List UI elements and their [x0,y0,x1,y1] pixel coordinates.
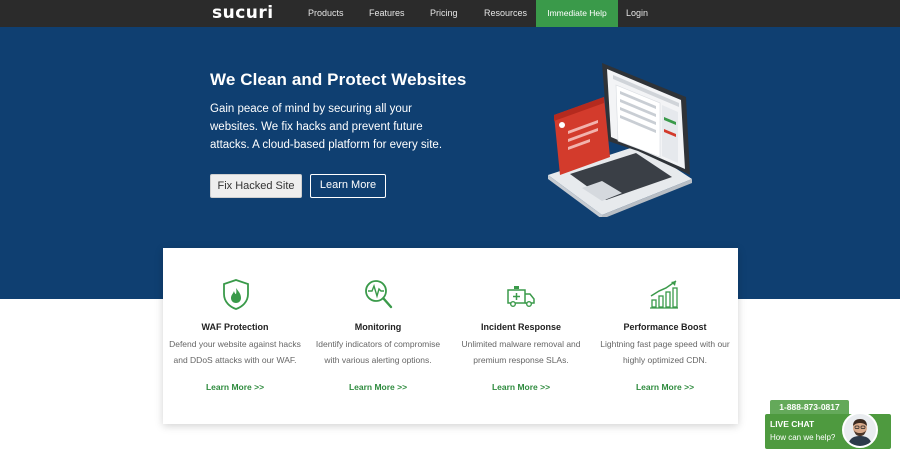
features-card: WAF Protection Defend your website again… [163,248,738,424]
feature-description: Defend your website against hacks and DD… [169,339,301,365]
feature-title: Incident Response [480,322,561,332]
hero-description: Gain peace of mind by securing all your … [210,103,443,151]
feature-title: Monitoring [354,322,402,332]
phone-number-tab[interactable]: 1-888-873-0817 [770,400,849,415]
agent-avatar[interactable] [842,412,878,448]
nav-pricing[interactable]: Pricing [430,0,458,27]
feature-description: Identify indicators of compromise with v… [315,339,441,365]
top-navbar: sucuri Products Features Pricing Resourc… [0,0,900,27]
feature-title: WAF Protection [201,322,269,332]
feature-description: Lightning fast page speed with our highl… [600,339,730,365]
feature-learn-more-link[interactable]: Learn More >> [451,382,591,392]
feature-title: Performance Boost [623,322,707,332]
feature-description: Unlimited malware removal and premium re… [461,339,581,365]
nav-features[interactable]: Features [369,0,405,27]
fix-hacked-site-button[interactable]: Fix Hacked Site [210,174,302,198]
feature-learn-more-link[interactable]: Learn More >> [308,382,448,392]
nav-login[interactable]: Login [626,0,648,27]
shield-fire-icon [223,279,249,310]
chat-subtitle: How can we help? [770,433,836,442]
hero-title: We Clean and Protect Websites [210,70,467,89]
nav-resources[interactable]: Resources [484,0,527,27]
feature-learn-more-link[interactable]: Learn More >> [165,382,305,392]
agent-avatar-icon [844,414,876,446]
sucuri-logo[interactable]: sucuri [212,3,274,23]
chat-title: LIVE CHAT [770,419,815,429]
learn-more-button[interactable]: Learn More [310,174,386,198]
ambulance-icon [507,286,535,308]
laptop-illustration [548,63,692,217]
page: sucuri Products Features Pricing Resourc… [0,0,900,456]
feature-learn-more-link[interactable]: Learn More >> [595,382,735,392]
nav-products[interactable]: Products [308,0,344,27]
magnifier-pulse-icon [365,280,393,309]
immediate-help-button[interactable]: Immediate Help [536,0,618,27]
growth-chart-icon [650,280,678,309]
